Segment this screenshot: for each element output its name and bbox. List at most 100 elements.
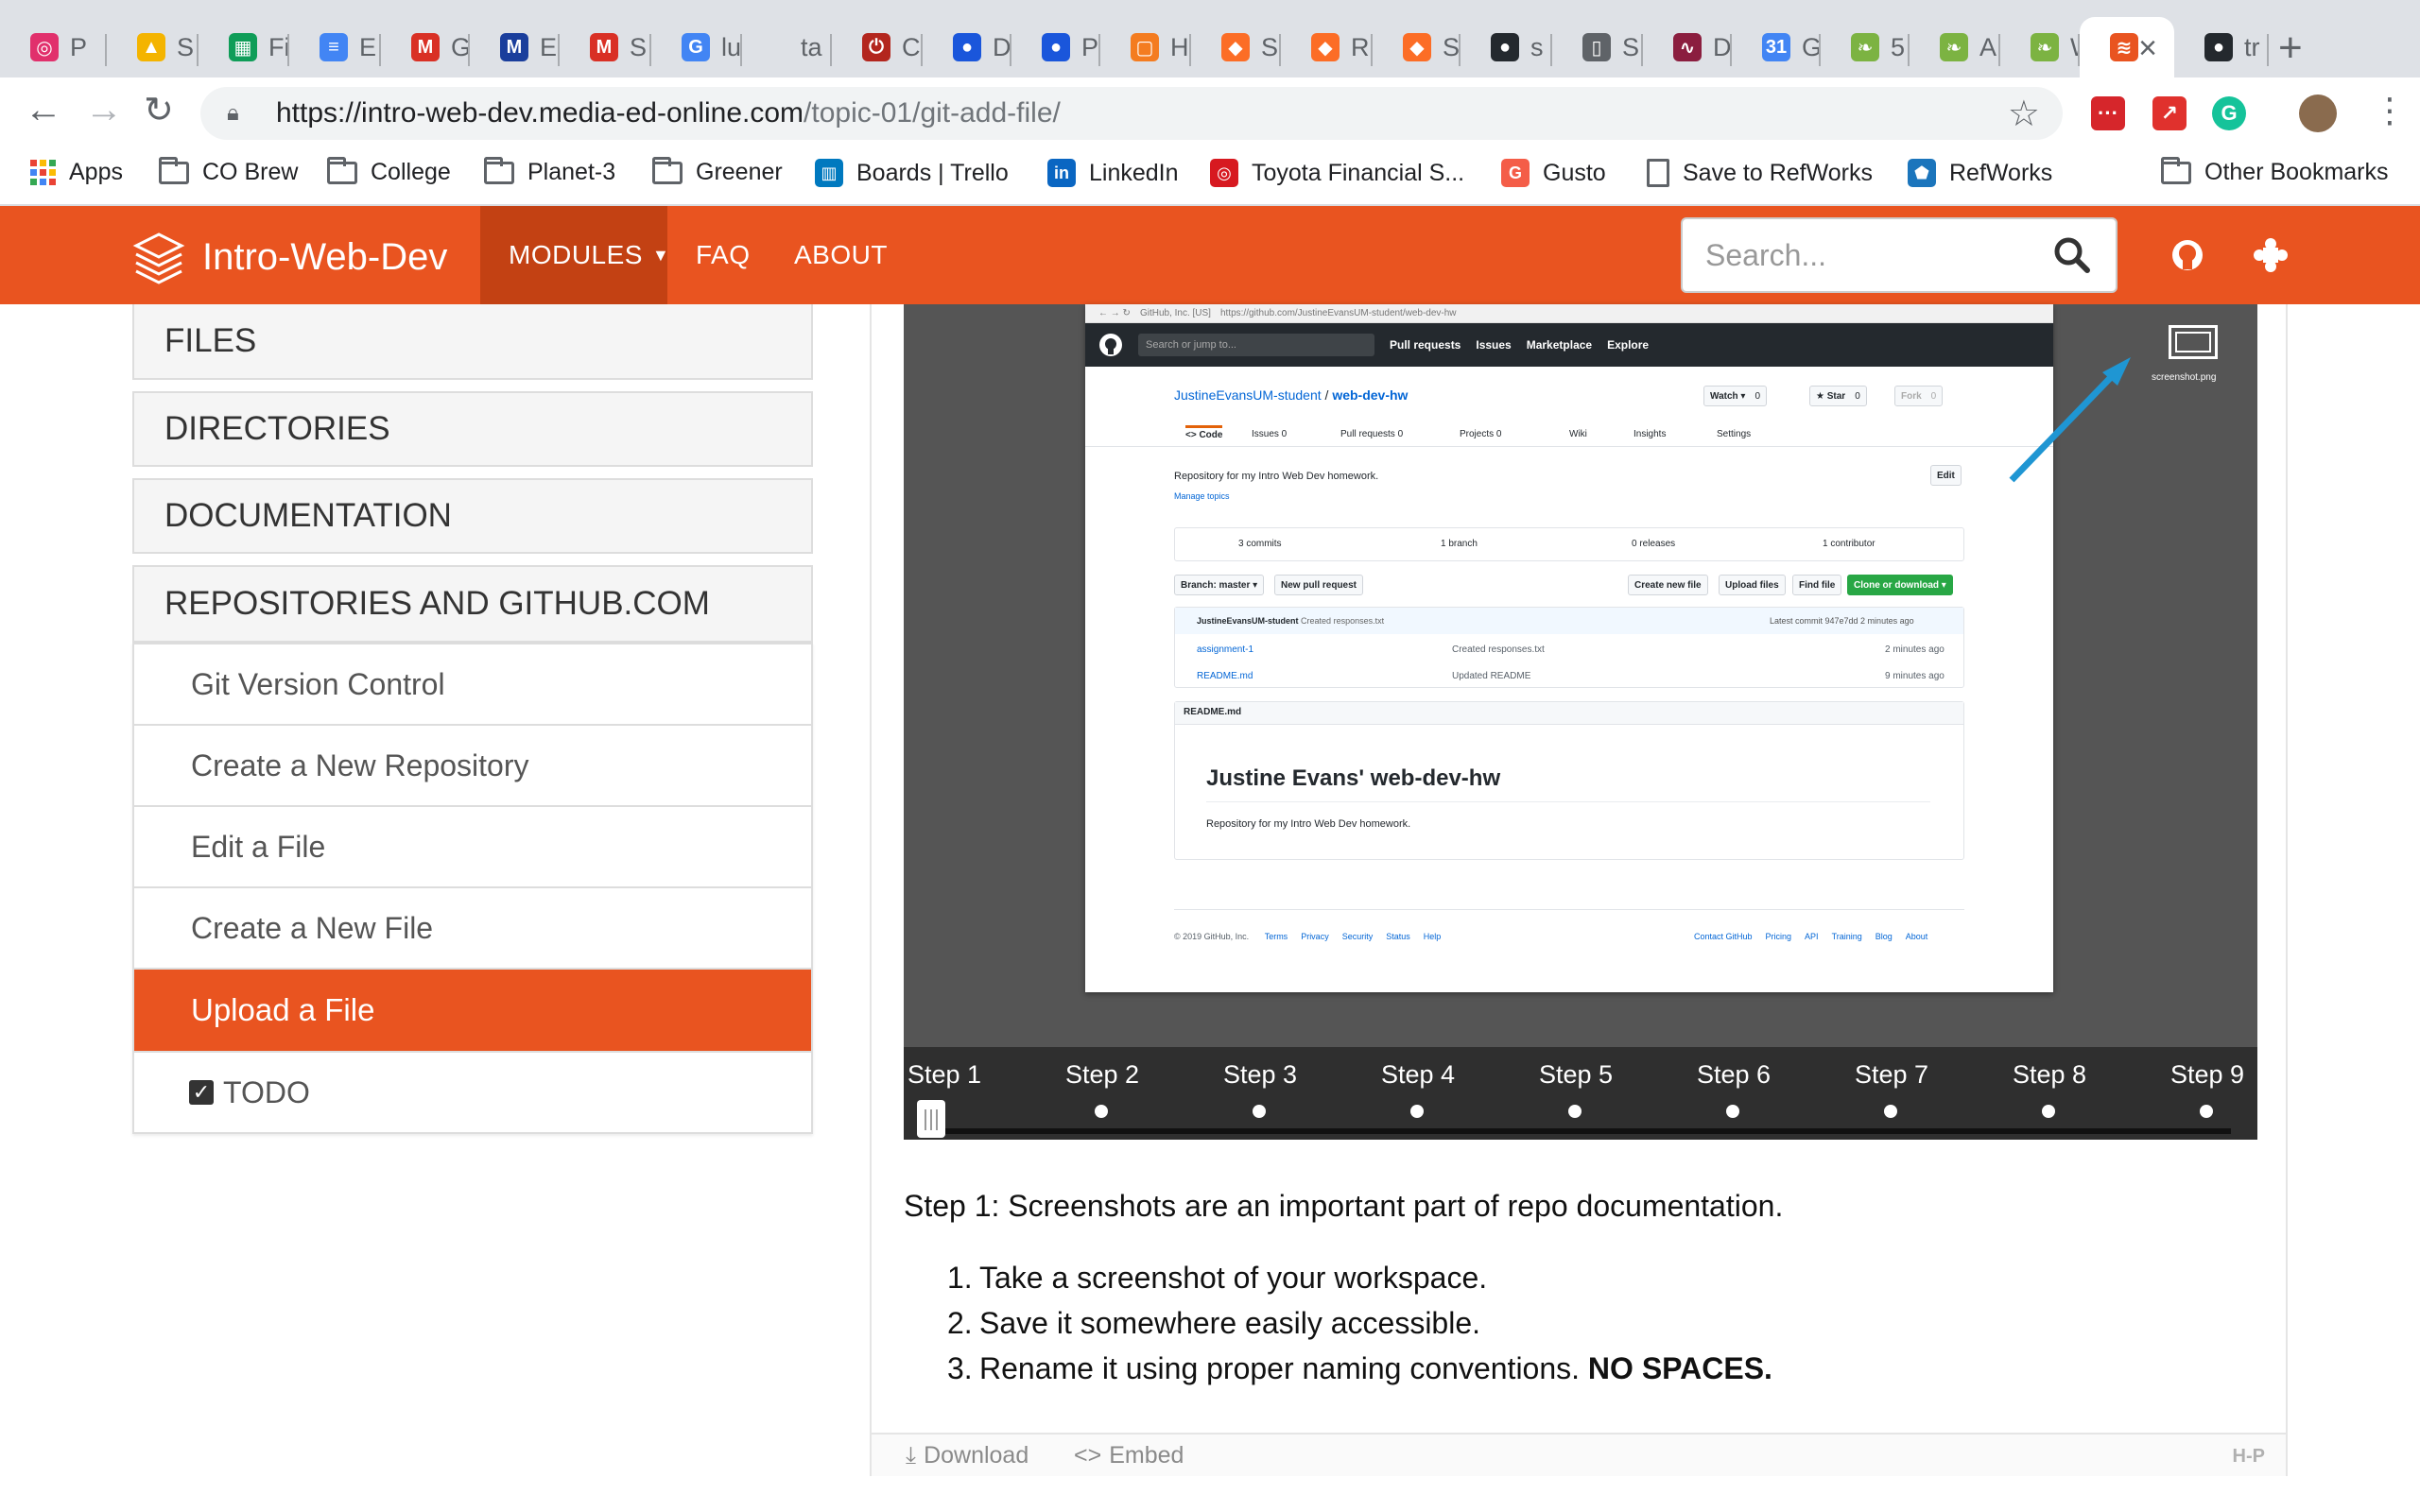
browser-tab[interactable]: ▲ S [107, 17, 199, 77]
refworks-icon: ⬟ [1908, 159, 1936, 187]
bookmark-item[interactable]: G Gusto [1501, 159, 1606, 187]
chart-line-icon: ∿ [1673, 33, 1702, 61]
browser-tab-label: H [1170, 32, 1189, 61]
bookmark-item[interactable]: College [327, 156, 451, 186]
sidebar-item[interactable]: Git Version Control [134, 643, 811, 724]
sidebar-item[interactable]: Upload a File [134, 968, 811, 1051]
sidebar-section-repositories[interactable]: REPOSITORIES AND GITHUB.COM [132, 565, 813, 643]
reload-button[interactable]: ↻ [144, 89, 174, 131]
bookmark-item[interactable]: in LinkedIn [1047, 159, 1179, 187]
h5p-logo[interactable]: H-P [2233, 1446, 2265, 1468]
back-button[interactable]: ← [25, 89, 62, 131]
browser-tab[interactable]: ❧W [2000, 17, 2080, 77]
close-tab-icon[interactable]: × [2138, 30, 2157, 67]
browser-tab[interactable]: ◆ R [1281, 17, 1373, 77]
browser-tab[interactable]: ∿ D [1643, 17, 1732, 77]
browser-tab-label: E [540, 32, 558, 61]
step-dot[interactable] [1253, 1105, 1266, 1118]
nav-about-link[interactable]: ABOUT [794, 206, 888, 304]
site-search-input[interactable] [1705, 237, 2046, 273]
bookmark-item[interactable]: ⬟ RefWorks [1908, 159, 2052, 187]
step-dot[interactable] [2042, 1105, 2055, 1118]
folder-icon [159, 156, 189, 184]
bookmark-item[interactable]: Planet-3 [484, 156, 615, 186]
grammarly-extension-icon[interactable]: G [2212, 96, 2246, 130]
bookmark-item[interactable]: Apps [30, 159, 123, 186]
browser-tab[interactable]: ta [742, 17, 832, 77]
pdf-extension-icon[interactable]: ↗ [2152, 96, 2187, 130]
browser-tab[interactable]: ≡ E [289, 17, 381, 77]
bookmark-item[interactable]: Save to RefWorks [1647, 159, 1873, 187]
browser-tab[interactable]: MS [560, 17, 651, 77]
nav-modules-dropdown[interactable]: MODULES ▼ [480, 206, 669, 304]
gh-nav-item: Marketplace [1526, 338, 1593, 352]
bookmark-item[interactable]: ◎ Toyota Financial S... [1210, 159, 1464, 187]
browser-tab[interactable]: ▦ Fi [199, 17, 289, 77]
step-label[interactable]: Step 1 [908, 1060, 981, 1090]
step-dot[interactable] [2200, 1105, 2213, 1118]
browser-tab[interactable]: ⏻ C [832, 17, 923, 77]
nav-faq-link[interactable]: FAQ [696, 206, 751, 304]
browser-tab[interactable]: ● tr [2174, 17, 2269, 77]
embed-button[interactable]: <> Embed [1074, 1442, 1184, 1469]
bookmark-item[interactable]: CO Brew [159, 156, 298, 186]
step-dot[interactable] [1095, 1105, 1108, 1118]
browser-tab[interactable]: 31 G [1732, 17, 1821, 77]
step-dot[interactable] [1410, 1105, 1424, 1118]
browser-tab-label: A [1979, 32, 1997, 61]
bookmark-item[interactable]: Greener [652, 156, 783, 186]
profile-avatar[interactable] [2299, 94, 2337, 132]
browser-tab[interactable]: MG [381, 17, 470, 77]
document-icon: ▯ [1582, 33, 1611, 61]
step-label[interactable]: Step 4 [1381, 1060, 1455, 1090]
browser-tab[interactable]: ◎ P [0, 17, 107, 77]
sidebar-section-documentation[interactable]: DOCUMENTATION [132, 478, 813, 554]
step-dot[interactable] [1726, 1105, 1739, 1118]
step-dot[interactable] [1884, 1105, 1897, 1118]
new-tab-button[interactable]: + [2278, 25, 2303, 72]
step-label[interactable]: Step 5 [1539, 1060, 1613, 1090]
gh-footer-link: Pricing [1765, 932, 1792, 941]
gh-repo-tab: <> Code [1185, 425, 1223, 440]
instruction-text: Take a screenshot of your workspace. [979, 1261, 1488, 1295]
bookmark-item[interactable]: Other Bookmarks [2161, 156, 2389, 186]
browser-tab[interactable]: ≋ × [2080, 17, 2174, 77]
step-label[interactable]: Step 9 [2170, 1060, 2244, 1090]
browser-tab[interactable]: ❧ 5 [1821, 17, 1910, 77]
browser-tab[interactable]: ❧ A [1910, 17, 2000, 77]
step-label[interactable]: Step 7 [1855, 1060, 1928, 1090]
step-dot[interactable] [1568, 1105, 1582, 1118]
bookmark-star-icon[interactable]: ☆ [2008, 93, 2040, 135]
step-label[interactable]: Step 6 [1697, 1060, 1771, 1090]
step-label[interactable]: Step 2 [1065, 1060, 1139, 1090]
lastpass-extension-icon[interactable]: ··· [2091, 96, 2125, 130]
sidebar-item[interactable]: Create a New File [134, 886, 811, 968]
sidebar-item[interactable]: Edit a File [134, 805, 811, 886]
browser-tab[interactable]: ME [470, 17, 560, 77]
step-label[interactable]: Step 3 [1223, 1060, 1297, 1090]
browser-tab[interactable]: ◆ S [1191, 17, 1281, 77]
forward-button[interactable]: → [85, 89, 123, 131]
sidebar-section-files[interactable]: FILES [132, 304, 813, 380]
step-label[interactable]: Step 8 [2013, 1060, 2086, 1090]
browser-menu-icon[interactable]: ⋮ [2373, 91, 2407, 130]
sidebar-section-directories[interactable]: DIRECTORIES [132, 391, 813, 467]
step-slider-handle[interactable] [917, 1100, 945, 1138]
download-button[interactable]: ⤓ Download [906, 1442, 1028, 1469]
search-icon[interactable] [2051, 234, 2093, 276]
instruction-number: 3. [947, 1351, 973, 1385]
address-bar[interactable]: 🔒︎ https://intro-web-dev.media-ed-online… [200, 87, 2063, 140]
sidebar-item[interactable]: ✓ TODO [134, 1051, 811, 1132]
browser-tab[interactable]: Glu [651, 17, 742, 77]
sidebar-item[interactable]: Create a New Repository [134, 724, 811, 805]
browser-tab[interactable]: ● s [1461, 17, 1552, 77]
browser-tab[interactable]: ▢ H [1100, 17, 1191, 77]
browser-tab[interactable]: ● P [1011, 17, 1100, 77]
bookmark-item[interactable]: ▥ Boards | Trello [815, 159, 1009, 187]
browser-tab[interactable]: ● D [923, 17, 1011, 77]
settings-puzzle-icon[interactable] [2250, 234, 2291, 276]
github-icon[interactable] [2167, 234, 2208, 276]
browser-tab[interactable]: ▯ S [1552, 17, 1643, 77]
site-brand-link[interactable]: Intro-Web-Dev [130, 229, 447, 285]
browser-tab[interactable]: ◆ S [1373, 17, 1461, 77]
